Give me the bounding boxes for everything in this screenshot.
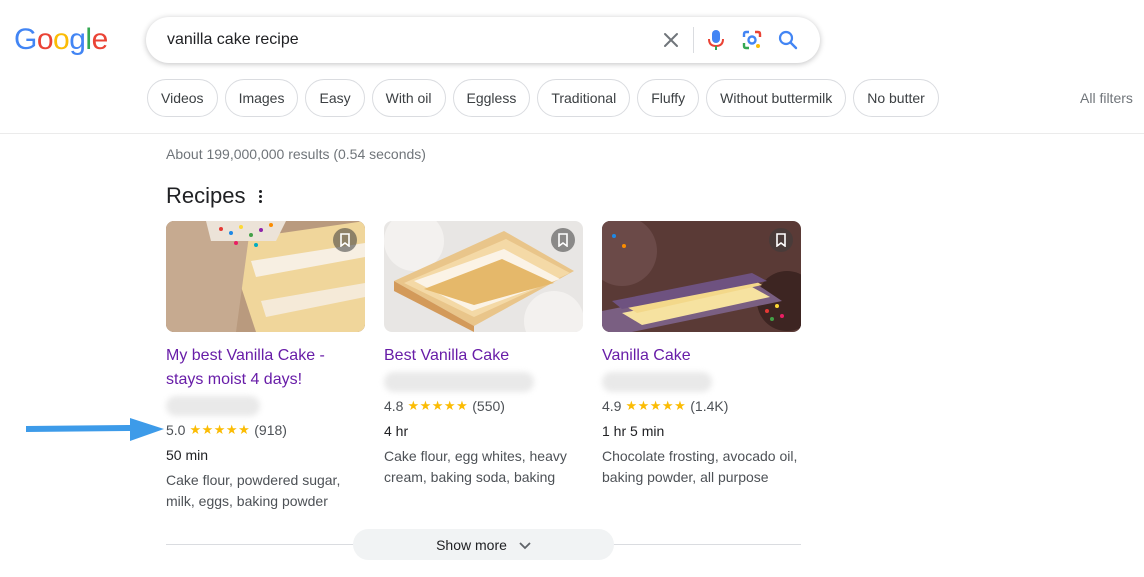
rating-value: 4.9 [602,398,622,414]
chip-easy[interactable]: Easy [305,79,365,117]
header-divider [0,133,1144,134]
rating-stars: ★★★★★ [189,422,251,437]
chip-without-buttermilk[interactable]: Without buttermilk [706,79,847,117]
mic-icon[interactable] [698,22,734,58]
recipe-time: 4 hr [384,423,409,439]
recipe-thumbnail[interactable] [384,221,583,332]
chip-images[interactable]: Images [224,79,299,117]
chevron-down-icon [519,537,531,553]
recipe-title-link[interactable]: Vanilla Cake [602,344,801,368]
recipe-ingredients: Cake flour, powdered sugar, milk, eggs, … [166,472,341,509]
filter-chips: Videos Images Easy With oil Eggless Trad… [147,79,939,117]
search-icon[interactable] [770,22,806,58]
recipe-time: 50 min [166,447,209,463]
recipe-ingredients: Chocolate frosting, avocado oil, baking … [602,448,798,485]
result-stats: About 199,000,000 results (0.54 seconds) [166,146,426,162]
rating-value: 5.0 [166,422,186,438]
recipe-card[interactable]: Best Vanilla Cake 4.8 ★★★★★ (550) 4 hr C… [384,221,583,488]
logo-letter: o [36,23,54,56]
chip-fluffy[interactable]: Fluffy [637,79,700,117]
recipe-time: 1 hr 5 min [602,423,665,439]
recipe-rating: 5.0 ★★★★★ (918) [166,420,365,440]
close-icon[interactable] [653,22,689,58]
rating-value: 4.8 [384,398,404,414]
chip-videos[interactable]: Videos [147,79,218,117]
recipes-title: Recipes [166,183,246,208]
chip-traditional[interactable]: Traditional [537,79,631,117]
recipe-title-link[interactable]: My best Vanilla Cake - stays moist 4 day… [166,344,365,392]
recipe-source-redacted [602,372,712,392]
more-options-icon[interactable] [259,189,263,203]
bookmark-icon[interactable] [551,228,575,252]
recipe-thumbnail[interactable] [166,221,365,332]
recipes-heading: Recipes [166,183,263,209]
show-more-button[interactable]: Show more [353,529,614,560]
rating-stars: ★★★★★ [625,398,687,413]
lens-icon[interactable] [734,22,770,58]
google-logo[interactable]: Google [14,25,108,55]
rating-stars: ★★★★★ [407,398,469,413]
logo-letter: e [91,23,109,56]
chip-with-oil[interactable]: With oil [371,79,446,117]
all-filters-button[interactable]: All filters [1080,90,1133,106]
annotation-arrow-icon [23,417,166,448]
bookmark-icon[interactable] [769,228,793,252]
recipe-rating: 4.8 ★★★★★ (550) [384,396,583,416]
search-input[interactable]: vanilla cake recipe [167,31,653,49]
review-count: (918) [254,422,287,438]
logo-letter: o [53,23,70,56]
show-more-label: Show more [436,536,507,553]
recipe-title-link[interactable]: Best Vanilla Cake [384,344,583,368]
recipe-card[interactable]: My best Vanilla Cake - stays moist 4 day… [166,221,365,512]
recipe-source-redacted [166,396,260,416]
review-count: (550) [472,398,505,414]
bookmark-icon[interactable] [333,228,357,252]
logo-letter: g [69,23,86,56]
search-divider [693,27,694,53]
recipe-rating: 4.9 ★★★★★ (1.4K) [602,396,801,416]
logo-letter: G [14,23,37,56]
recipe-thumbnail[interactable] [602,221,801,332]
search-box[interactable]: vanilla cake recipe [146,17,820,63]
review-count: (1.4K) [690,398,729,414]
recipe-ingredients: Cake flour, egg whites, heavy cream, bak… [384,448,567,485]
recipe-source-redacted [384,372,534,392]
recipe-card[interactable]: Vanilla Cake 4.9 ★★★★★ (1.4K) 1 hr 5 min… [602,221,801,488]
chip-eggless[interactable]: Eggless [452,79,531,117]
chip-no-butter[interactable]: No butter [853,79,939,117]
